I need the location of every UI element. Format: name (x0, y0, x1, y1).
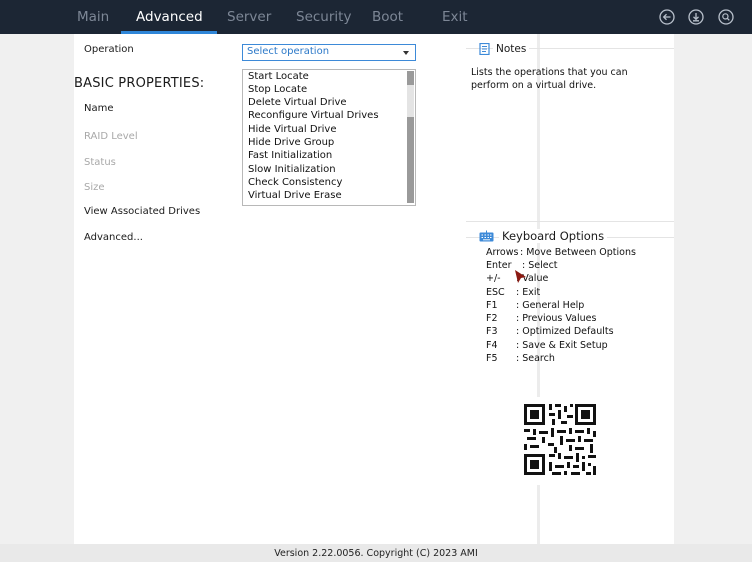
kb-row: F3 : Optimized Defaults (486, 326, 614, 337)
kb-row: Arrows: Move Between Options (486, 247, 636, 258)
option-start-locate[interactable]: Start Locate (248, 71, 309, 82)
qr-code-image (516, 397, 604, 485)
operation-select[interactable]: Select operation (242, 44, 416, 61)
kb-key: Arrows (486, 247, 519, 258)
tab-main[interactable]: Main (77, 0, 109, 34)
tab-server[interactable]: Server (227, 0, 271, 34)
kb-key: Enter (486, 260, 512, 271)
option-hide-drive-group[interactable]: Hide Drive Group (248, 137, 334, 148)
notes-icon (479, 43, 490, 55)
view-associated-drives-link[interactable]: View Associated Drives (84, 206, 200, 217)
footer-bar: Version 2.22.0056. Copyright (C) 2023 AM… (0, 544, 752, 562)
search-icon[interactable] (718, 9, 734, 25)
operation-select-value: Select operation (247, 46, 330, 57)
option-check-consistency[interactable]: Check Consistency (248, 177, 342, 188)
kb-desc: : Optimized Defaults (516, 326, 614, 337)
kb-key: F5 (486, 353, 498, 364)
kb-desc: : Select (522, 260, 558, 271)
section-title: BASIC PROPERTIES: (74, 76, 205, 91)
kb-desc: : Exit (516, 287, 541, 298)
tab-security[interactable]: Security (296, 0, 351, 34)
scrollbar-thumb[interactable] (407, 117, 414, 203)
kb-key: F3 (486, 326, 498, 337)
kb-desc: : Save & Exit Setup (516, 340, 608, 351)
kb-key: F1 (486, 300, 498, 311)
kb-desc: : Move Between Options (520, 247, 636, 258)
notes-text: Lists the operations that you can perfor… (471, 67, 628, 91)
kb-desc: : Search (516, 353, 555, 364)
chevron-down-icon (403, 51, 409, 55)
scrollbar-thumb-top[interactable] (407, 71, 414, 85)
field-name[interactable]: Name (84, 103, 114, 114)
option-reconfigure-virtual-drives[interactable]: Reconfigure Virtual Drives (248, 110, 379, 121)
dropdown-scrollbar[interactable] (407, 71, 414, 203)
kb-key: F4 (486, 340, 498, 351)
operation-label: Operation (84, 44, 134, 55)
option-fast-initialization[interactable]: Fast Initialization (248, 150, 332, 161)
kb-row: F2 : Previous Values (486, 313, 596, 324)
main-content: Operation Select operation BASIC PROPERT… (74, 34, 674, 544)
operation-dropdown-list: Start Locate Stop Locate Delete Virtual … (242, 69, 416, 206)
option-virtual-drive-erase[interactable]: Virtual Drive Erase (248, 190, 342, 201)
kb-key: ESC (486, 287, 505, 298)
mouse-cursor-icon (515, 270, 526, 283)
option-hide-virtual-drive[interactable]: Hide Virtual Drive (248, 124, 337, 135)
kb-row: Enter : Select (486, 260, 558, 271)
kb-key: +/- (486, 273, 501, 284)
kb-row: ESC : Exit (486, 287, 540, 298)
back-icon[interactable] (659, 9, 675, 25)
keyboard-title: Keyboard Options (499, 229, 608, 243)
tab-advanced[interactable]: Advanced (121, 0, 217, 34)
top-nav-bar: Main Advanced Server Security Boot Exit (0, 0, 752, 34)
footer-version-text: Version 2.22.0056. Copyright (C) 2023 AM… (274, 548, 478, 559)
kb-row: F5 : Search (486, 353, 555, 364)
field-raid-level: RAID Level (84, 131, 138, 142)
download-icon[interactable] (688, 9, 704, 25)
field-status: Status (84, 157, 116, 168)
kb-desc: : Previous Values (516, 313, 597, 324)
keyboard-icon (479, 230, 494, 242)
option-stop-locate[interactable]: Stop Locate (248, 84, 307, 95)
field-size: Size (84, 182, 105, 193)
kb-desc: : General Help (516, 300, 585, 311)
tab-exit[interactable]: Exit (442, 0, 468, 34)
option-slow-initialization[interactable]: Slow Initialization (248, 164, 336, 175)
kb-key: F2 (486, 313, 498, 324)
kb-row: +/-: Value (486, 273, 548, 284)
tab-boot[interactable]: Boot (372, 0, 403, 34)
kb-row: F1 : General Help (486, 300, 584, 311)
advanced-link[interactable]: Advanced... (84, 232, 143, 243)
option-delete-virtual-drive[interactable]: Delete Virtual Drive (248, 97, 347, 108)
notes-title: Notes (493, 43, 530, 55)
kb-row: F4 : Save & Exit Setup (486, 340, 608, 351)
